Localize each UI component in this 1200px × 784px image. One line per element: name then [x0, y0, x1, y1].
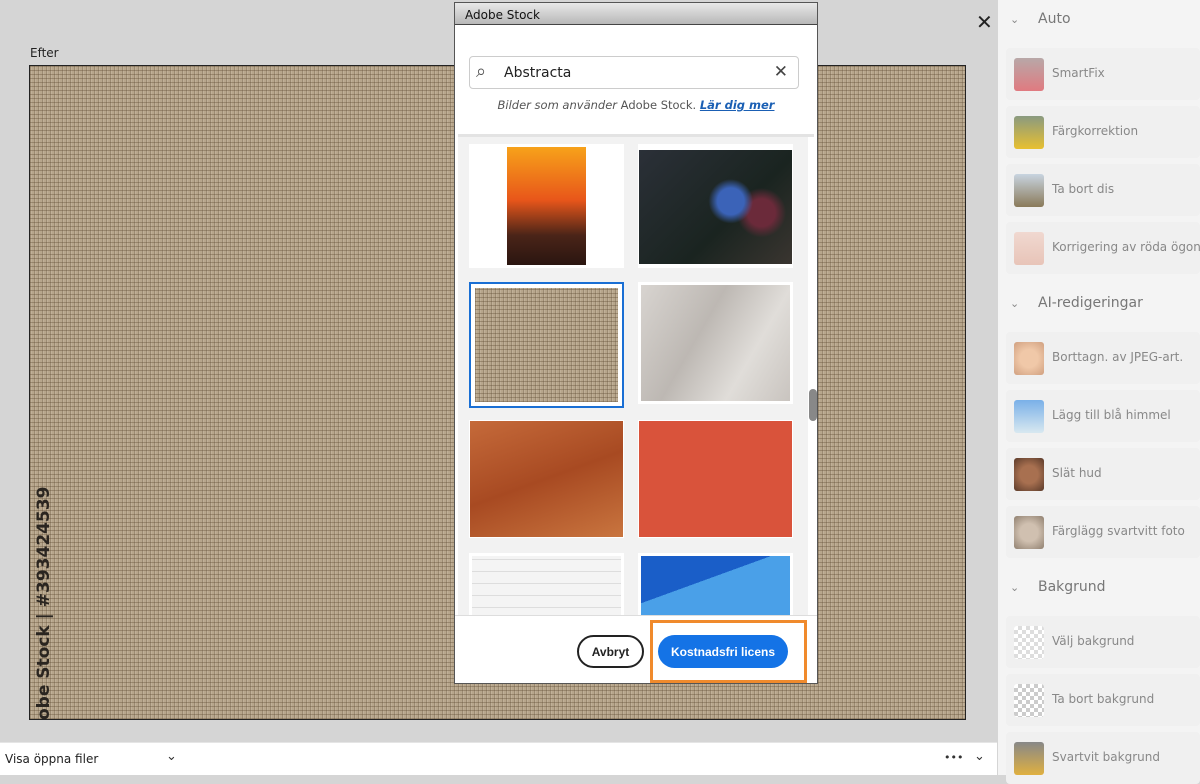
quick-action-item[interactable]: Korrigering av röda ögon — [1006, 222, 1200, 274]
image-tile-fire[interactable] — [469, 144, 624, 268]
clear-search-icon[interactable]: ✕ — [774, 62, 788, 82]
more-icon[interactable]: ••• — [944, 751, 963, 764]
subtitle-text: Bilder som använder — [497, 98, 618, 112]
chevron-down-icon[interactable]: ⌄ — [974, 749, 985, 764]
action-label: Ta bort dis — [1052, 182, 1115, 196]
image-tile-blue-building[interactable] — [638, 553, 793, 615]
quick-action-item[interactable]: Slät hud — [1006, 448, 1200, 500]
view-label: Efter — [30, 46, 59, 60]
quick-action-item[interactable]: Svartvit bakgrund — [1006, 732, 1200, 784]
action-label: Välj bakgrund — [1052, 634, 1135, 648]
action-thumbnail — [1014, 516, 1044, 549]
action-label: Lägg till blå himmel — [1052, 408, 1171, 422]
dialog-title: Adobe Stock — [455, 3, 817, 25]
learn-more-link[interactable]: Lär dig mer — [700, 98, 775, 112]
open-files-dropdown[interactable]: Visa öppna filer — [5, 752, 98, 766]
quick-action-item[interactable]: Lägg till blå himmel — [1006, 390, 1200, 442]
action-thumbnail — [1014, 116, 1044, 149]
action-label: Ta bort bakgrund — [1052, 692, 1155, 706]
action-label: Färgkorrektion — [1052, 124, 1139, 138]
quick-action-item[interactable]: Borttagn. av JPEG-art. — [1006, 332, 1200, 384]
action-thumbnail — [1014, 742, 1044, 775]
quick-action-item[interactable]: Färgkorrektion — [1006, 106, 1200, 158]
image-tile-white-bricks[interactable] — [469, 553, 624, 615]
action-thumbnail — [1014, 684, 1044, 717]
adobe-stock-dialog: Adobe Stock ⌕ Abstracta ✕ Bilder som anv… — [454, 2, 818, 684]
quick-action-item[interactable]: SmartFix — [1006, 48, 1200, 100]
quick-action-item[interactable]: Ta bort bakgrund — [1006, 674, 1200, 726]
dialog-footer: Avbryt Kostnadsfri licens — [455, 615, 817, 683]
action-label: Borttagn. av JPEG-art. — [1052, 350, 1184, 364]
image-tile-burlap-selected[interactable] — [469, 282, 624, 408]
grid-scrollbar[interactable] — [809, 137, 817, 615]
search-icon: ⌕ — [476, 61, 487, 82]
chevron-down-icon: ⌄ — [1010, 13, 1020, 26]
subtitle-brand: Adobe Stock. — [620, 98, 697, 112]
action-thumbnail — [1014, 626, 1044, 659]
section-header-2[interactable]: ⌄ Bakgrund — [1010, 579, 1106, 595]
action-thumbnail — [1014, 58, 1044, 91]
close-icon[interactable]: ✕ — [976, 10, 993, 34]
stock-watermark: obe Stock | #393424539 — [34, 486, 54, 720]
action-label: SmartFix — [1052, 66, 1105, 80]
quick-action-item[interactable]: Ta bort dis — [1006, 164, 1200, 216]
section-title: Auto — [1038, 11, 1071, 27]
quick-action-item[interactable]: Välj bakgrund — [1006, 616, 1200, 668]
action-label: Slät hud — [1052, 466, 1102, 480]
chevron-down-icon[interactable]: ⌄ — [166, 749, 177, 764]
section-header-1[interactable]: ⌄ AI-redigeringar — [1010, 295, 1143, 311]
chevron-down-icon: ⌄ — [1010, 297, 1020, 310]
image-tile-red-wall[interactable] — [638, 420, 793, 538]
image-tile-ornaments[interactable] — [638, 144, 793, 268]
action-label: Färglägg svartvitt foto — [1052, 524, 1185, 538]
image-tile-concrete[interactable] — [638, 282, 793, 404]
quick-actions-panel: ⌄ Auto SmartFix Färgkorrektion Ta bort dis Ko… — [998, 0, 1200, 784]
cancel-button[interactable]: Avbryt — [577, 635, 644, 668]
action-thumbnail — [1014, 342, 1044, 375]
section-title: AI-redigeringar — [1038, 295, 1143, 311]
action-thumbnail — [1014, 400, 1044, 433]
image-grid — [458, 137, 808, 615]
bottom-bar: Visa öppna filer ⌄ ••• ⌄ — [0, 742, 997, 775]
image-tile-baseball[interactable] — [469, 420, 624, 538]
search-value[interactable]: Abstracta — [504, 65, 571, 81]
free-license-button[interactable]: Kostnadsfri licens — [658, 635, 788, 668]
action-thumbnail — [1014, 174, 1044, 207]
scrollbar-thumb[interactable] — [809, 389, 817, 421]
quick-action-item[interactable]: Färglägg svartvitt foto — [1006, 506, 1200, 558]
section-title: Bakgrund — [1038, 579, 1106, 595]
section-header-0[interactable]: ⌄ Auto — [1010, 11, 1071, 27]
action-thumbnail — [1014, 458, 1044, 491]
chevron-down-icon: ⌄ — [1010, 581, 1020, 594]
stock-subtitle: Bilder som använder Adobe Stock. Lär dig… — [455, 98, 817, 112]
action-label: Svartvit bakgrund — [1052, 750, 1160, 764]
search-input[interactable]: ⌕ Abstracta ✕ — [469, 56, 799, 89]
action-thumbnail — [1014, 232, 1044, 265]
action-label: Korrigering av röda ögon — [1052, 240, 1200, 254]
